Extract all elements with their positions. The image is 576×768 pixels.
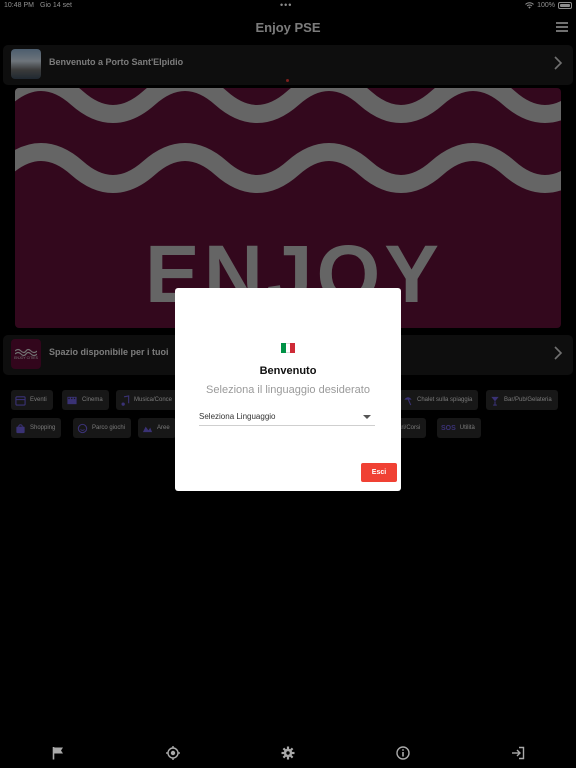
dialog-subtitle: Seleziona il linguaggio desiderato bbox=[206, 384, 370, 396]
language-dialog: Benvenuto Seleziona il linguaggio deside… bbox=[175, 288, 401, 491]
language-select[interactable]: Seleziona Linguaggio bbox=[199, 410, 375, 426]
info-icon[interactable] bbox=[396, 746, 410, 760]
dialog-title: Benvenuto bbox=[259, 365, 317, 377]
location-target-icon[interactable] bbox=[166, 746, 180, 760]
caret-down-icon bbox=[363, 415, 371, 419]
logout-icon[interactable] bbox=[511, 746, 525, 760]
flag-icon[interactable] bbox=[51, 746, 65, 760]
gear-icon[interactable] bbox=[281, 746, 295, 760]
italy-flag-icon bbox=[281, 343, 296, 353]
bottom-navigation bbox=[0, 738, 576, 768]
language-select-value: Seleziona Linguaggio bbox=[199, 412, 276, 421]
exit-button[interactable]: Esci bbox=[361, 463, 397, 482]
